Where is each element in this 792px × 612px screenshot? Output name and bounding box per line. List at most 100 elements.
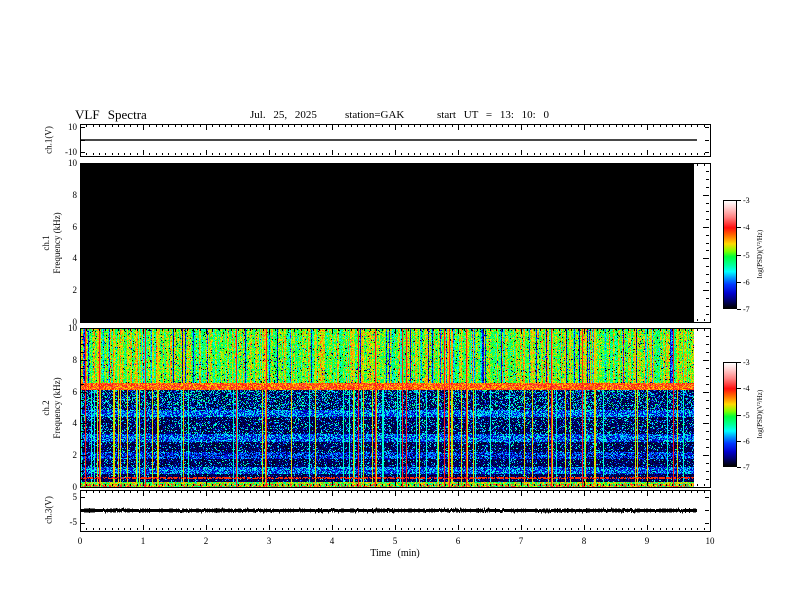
- x-tick-mark: [364, 319, 365, 321]
- x-tick-mark: [124, 153, 125, 155]
- x-tick-mark: [458, 316, 459, 321]
- x-tick-mark: [401, 153, 402, 155]
- x-tick-mark: [584, 481, 585, 486]
- x-tick-mark: [225, 329, 226, 331]
- x-tick-mark: [326, 491, 327, 493]
- x-tick-mark: [578, 153, 579, 155]
- x-tick-mark: [433, 528, 434, 530]
- x-tick-mark: [238, 329, 239, 331]
- x-tick-mark: [99, 329, 100, 331]
- x-tick-mark: [502, 484, 503, 486]
- y-tick-mark: [703, 290, 709, 291]
- x-tick-mark: [571, 153, 572, 155]
- x-tick-mark: [175, 125, 176, 127]
- x-tick-mark: [521, 164, 522, 169]
- x-tick-mark: [439, 164, 440, 166]
- x-tick-mark: [634, 484, 635, 486]
- x-tick-mark: [609, 484, 610, 486]
- x-tick-mark: [206, 150, 207, 155]
- x-tick-mark: [395, 481, 396, 486]
- y-tick-mark: [81, 227, 87, 228]
- x-tick-mark: [357, 164, 358, 166]
- x-tick-mark: [660, 164, 661, 166]
- x-tick-mark: [490, 484, 491, 486]
- x-tick-mark: [540, 153, 541, 155]
- y-tick-mark: [706, 336, 709, 337]
- x-tick-mark: [80, 491, 81, 496]
- x-tick-mark: [420, 484, 421, 486]
- x-tick-mark: [162, 319, 163, 321]
- x-tick-mark: [256, 164, 257, 166]
- x-tick-label: 0: [77, 536, 83, 546]
- x-tick-mark: [86, 528, 87, 530]
- x-tick-mark: [168, 153, 169, 155]
- x-tick-mark: [200, 484, 201, 486]
- x-tick-mark: [502, 153, 503, 155]
- x-tick-mark: [590, 125, 591, 127]
- x-tick-mark: [553, 153, 554, 155]
- x-tick-mark: [181, 528, 182, 530]
- x-tick-mark: [256, 528, 257, 530]
- x-tick-mark: [559, 329, 560, 331]
- x-tick-mark: [301, 491, 302, 493]
- x-tick-mark: [628, 491, 629, 493]
- x-tick-mark: [357, 125, 358, 127]
- x-tick-mark: [238, 484, 239, 486]
- x-tick-mark: [508, 153, 509, 155]
- x-tick-mark: [609, 491, 610, 493]
- x-tick-mark: [93, 484, 94, 486]
- x-tick-mark: [559, 484, 560, 486]
- x-tick-mark: [332, 525, 333, 530]
- x-tick-mark: [364, 153, 365, 155]
- x-tick-mark: [433, 491, 434, 493]
- x-tick-mark: [99, 125, 100, 127]
- x-tick-mark: [395, 525, 396, 530]
- x-tick-mark: [187, 319, 188, 321]
- x-tick-mark: [200, 491, 201, 493]
- x-tick-mark: [660, 329, 661, 331]
- x-tick-mark: [546, 319, 547, 321]
- x-tick-mark: [704, 528, 705, 530]
- x-tick-mark: [710, 164, 711, 169]
- x-tick-mark: [458, 150, 459, 155]
- x-tick-mark: [452, 329, 453, 331]
- x-tick-mark: [546, 153, 547, 155]
- x-tick-mark: [282, 491, 283, 493]
- x-tick-mark: [80, 481, 81, 486]
- x-tick-mark: [653, 319, 654, 321]
- x-tick-mark: [483, 153, 484, 155]
- x-tick-mark: [452, 528, 453, 530]
- x-tick-mark: [496, 153, 497, 155]
- x-tick-mark: [565, 484, 566, 486]
- x-tick-mark: [395, 164, 396, 169]
- x-tick-mark: [697, 164, 698, 166]
- x-tick-mark: [515, 164, 516, 166]
- x-tick-mark: [420, 164, 421, 166]
- y-tick-label: 5: [72, 492, 78, 502]
- x-tick-mark: [414, 484, 415, 486]
- x-tick-mark: [471, 329, 472, 331]
- x-tick-mark: [338, 484, 339, 486]
- x-tick-mark: [175, 319, 176, 321]
- y-tick-mark: [81, 211, 84, 212]
- x-tick-mark: [301, 329, 302, 331]
- x-tick-mark: [427, 329, 428, 331]
- x-tick-mark: [269, 329, 270, 334]
- colorbar-tick-mark: [737, 388, 741, 389]
- x-tick-mark: [162, 125, 163, 127]
- x-tick-mark: [193, 528, 194, 530]
- x-tick-mark: [634, 125, 635, 127]
- x-tick-mark: [149, 484, 150, 486]
- x-tick-mark: [193, 164, 194, 166]
- x-tick-mark: [231, 491, 232, 493]
- x-tick-mark: [86, 153, 87, 155]
- y-tick-mark: [706, 314, 709, 315]
- x-tick-mark: [212, 491, 213, 493]
- x-tick-mark: [502, 329, 503, 331]
- x-tick-mark: [389, 329, 390, 331]
- y-tick-mark: [81, 497, 85, 498]
- colorbar-tick-label: -7: [743, 305, 750, 314]
- x-tick-mark: [206, 329, 207, 334]
- x-tick-mark: [439, 319, 440, 321]
- colorbar-ch2: [723, 362, 737, 467]
